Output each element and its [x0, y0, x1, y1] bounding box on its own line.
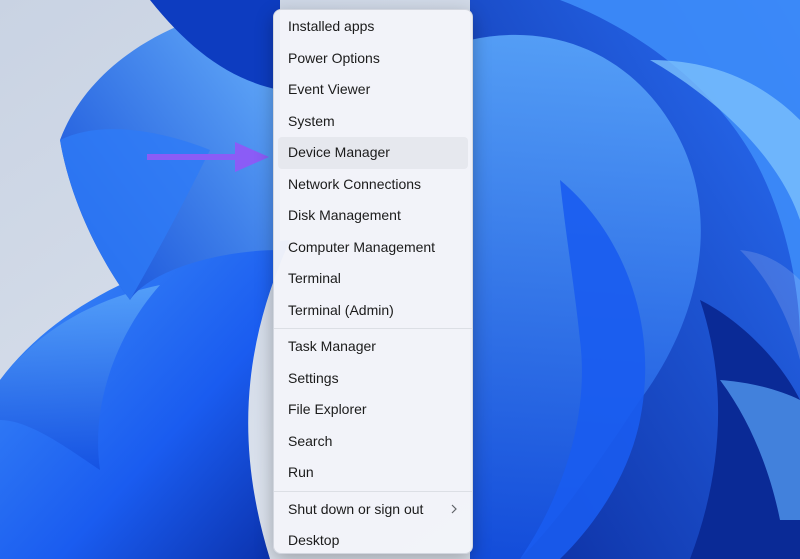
- menu-item-network-connections[interactable]: Network Connections: [278, 169, 468, 201]
- menu-item-task-manager[interactable]: Task Manager: [278, 331, 468, 363]
- menu-item-settings[interactable]: Settings: [278, 363, 468, 395]
- menu-item-shut-down-or-sign-out[interactable]: Shut down or sign out: [278, 494, 468, 526]
- menu-separator: [274, 328, 472, 329]
- chevron-right-icon: [450, 494, 458, 526]
- menu-item-power-options[interactable]: Power Options: [278, 43, 468, 75]
- menu-item-file-explorer[interactable]: File Explorer: [278, 394, 468, 426]
- menu-item-label: Shut down or sign out: [288, 500, 424, 517]
- arrow-icon: [147, 142, 269, 172]
- menu-item-computer-management[interactable]: Computer Management: [278, 232, 468, 264]
- menu-item-search[interactable]: Search: [278, 426, 468, 458]
- quick-link-menu: Installed apps Power Options Event Viewe…: [273, 9, 473, 554]
- menu-item-run[interactable]: Run: [278, 457, 468, 489]
- menu-item-system[interactable]: System: [278, 106, 468, 138]
- menu-item-installed-apps[interactable]: Installed apps: [278, 11, 468, 43]
- menu-item-terminal-admin[interactable]: Terminal (Admin): [278, 295, 468, 327]
- menu-item-event-viewer[interactable]: Event Viewer: [278, 74, 468, 106]
- menu-item-terminal[interactable]: Terminal: [278, 263, 468, 295]
- menu-separator: [274, 490, 472, 492]
- menu-item-disk-management[interactable]: Disk Management: [278, 200, 468, 232]
- menu-item-desktop[interactable]: Desktop: [278, 525, 468, 557]
- menu-item-device-manager[interactable]: Device Manager: [278, 137, 468, 169]
